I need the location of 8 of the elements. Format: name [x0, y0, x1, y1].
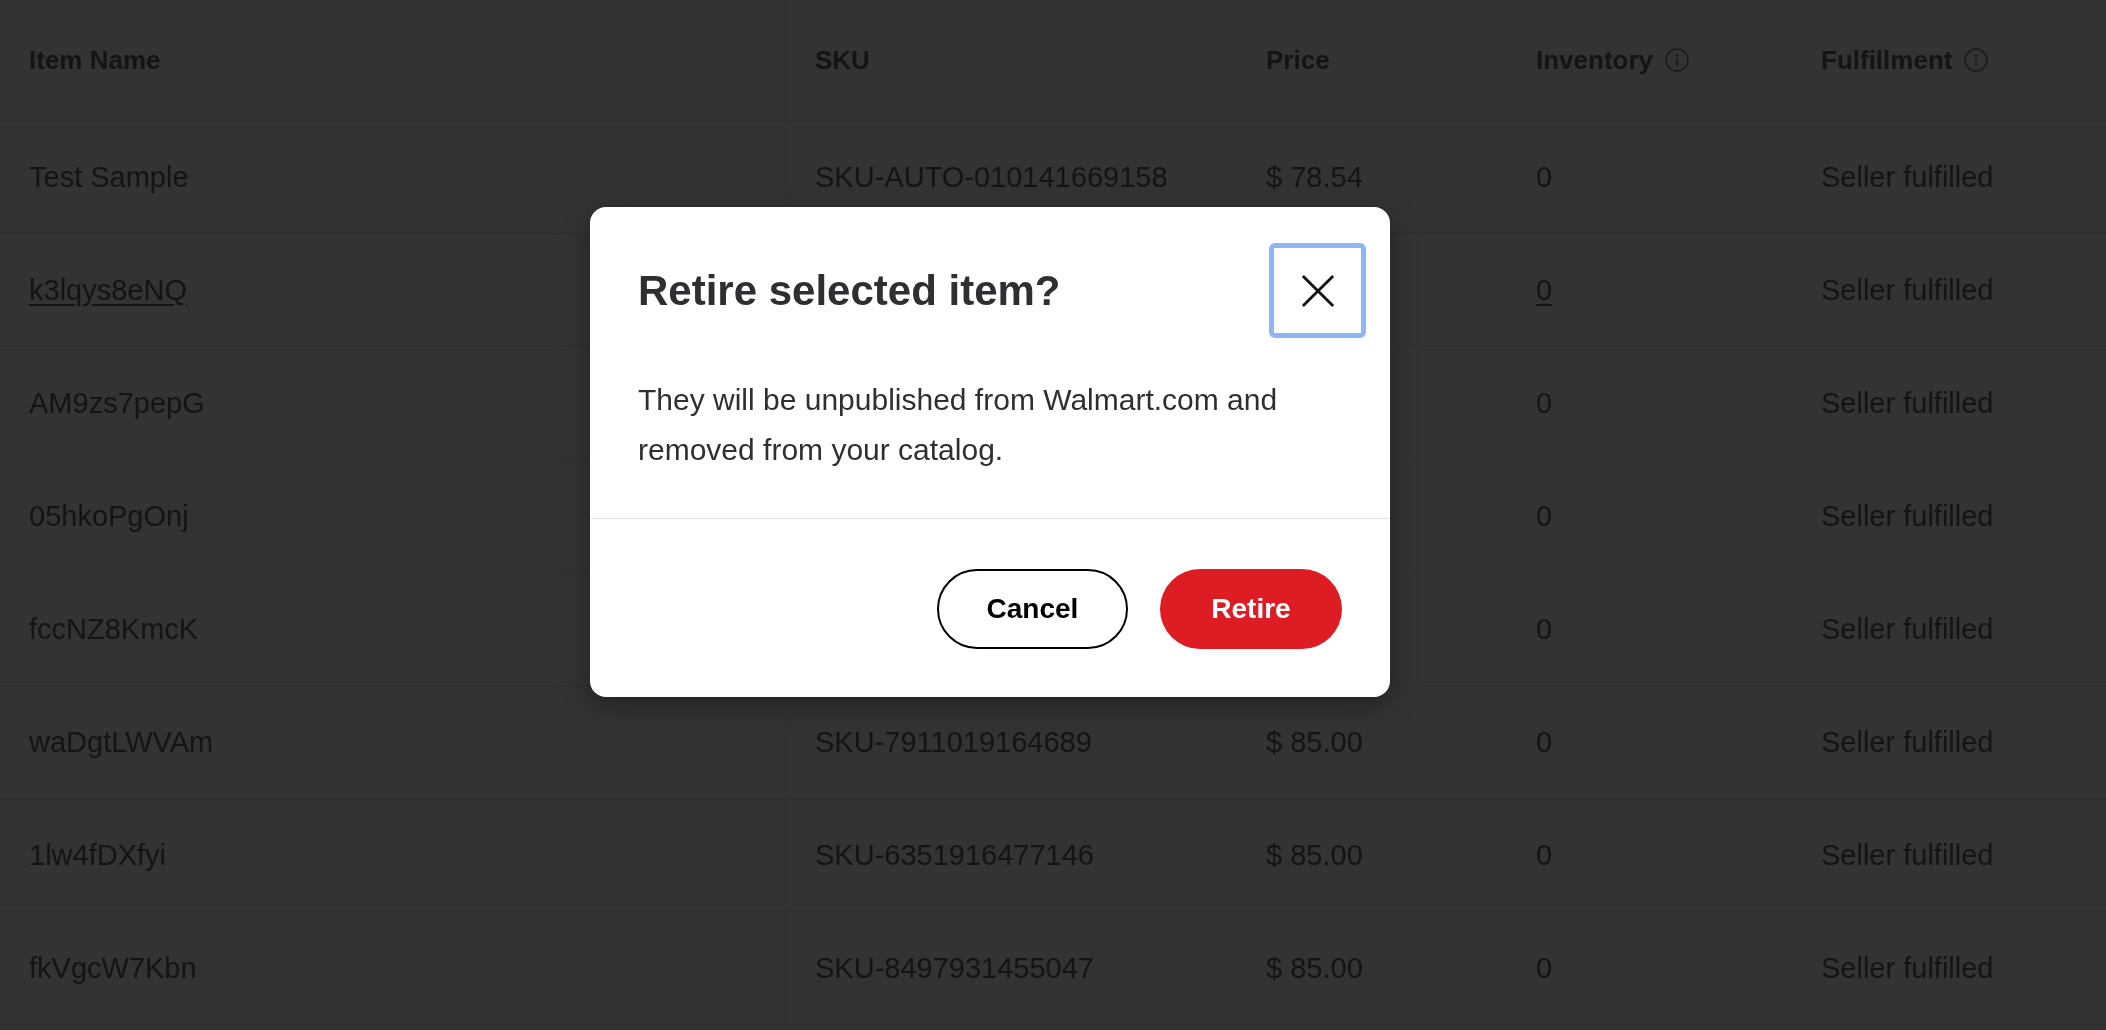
info-icon[interactable]	[1665, 48, 1690, 72]
confirm-button[interactable]: Retire	[1160, 569, 1342, 649]
close-button[interactable]	[1269, 243, 1366, 338]
dialog-message: They will be unpublished from Walmart.com and removed from your catalog.	[637, 382, 1279, 468]
info-icon[interactable]	[1964, 48, 1989, 72]
cancel-button[interactable]: Cancel	[937, 569, 1128, 649]
dialog-title: Retire selected item?	[638, 266, 1061, 315]
close-icon	[1300, 273, 1335, 308]
